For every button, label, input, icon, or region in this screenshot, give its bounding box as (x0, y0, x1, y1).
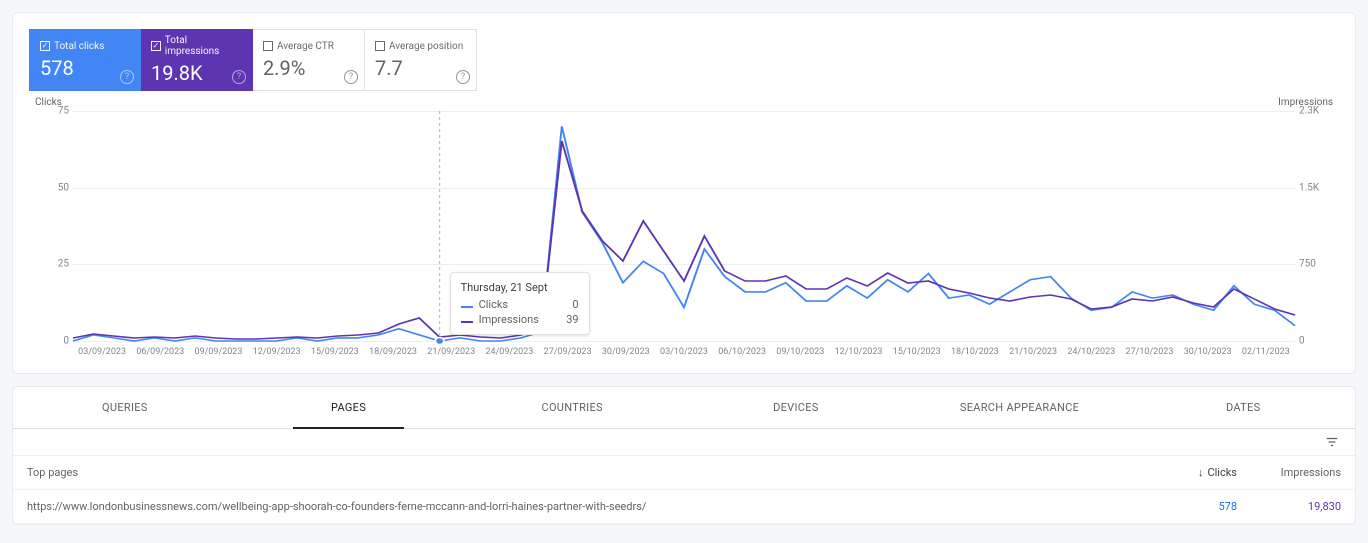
chart-tooltip: Thursday, 21 Sept Clicks 0 Impressions 3… (450, 272, 590, 335)
kpi-average-ctr[interactable]: Average CTR 2.9% ? (253, 29, 365, 91)
tab-queries[interactable]: QUERIES (13, 387, 237, 428)
tab-countries[interactable]: COUNTRIES (460, 387, 684, 428)
tooltip-clicks-label: Clicks (479, 298, 509, 311)
kpi-value: 19.8K (151, 61, 242, 85)
cell-page: https://www.londonbusinessnews.com/wellb… (27, 500, 1153, 513)
kpi-total-impressions[interactable]: Total impressions 19.8K ? (141, 29, 253, 91)
kpi-label: Average position (389, 41, 463, 52)
chart-area: Clicks Impressions Thursday, 21 Sept Cli… (13, 91, 1355, 373)
kpi-average-position[interactable]: Average position 7.7 ? (365, 29, 477, 91)
kpi-value: 7.7 (375, 56, 466, 80)
kpi-total-clicks[interactable]: Total clicks 578 ? (29, 29, 141, 91)
help-icon[interactable]: ? (232, 70, 246, 84)
chart-plot[interactable]: Thursday, 21 Sept Clicks 0 Impressions 3… (73, 111, 1295, 341)
filters-row (13, 429, 1355, 456)
sort-desc-icon: ↓ (1198, 466, 1204, 479)
checkbox-icon (40, 41, 50, 51)
checkbox-icon (151, 41, 161, 51)
table-body: https://www.londonbusinessnews.com/wellb… (13, 490, 1355, 524)
x-axis: 03/09/202306/09/202309/09/202312/09/2023… (73, 347, 1295, 357)
kpi-label: Average CTR (277, 41, 334, 52)
col-header-clicks[interactable]: ↓ Clicks (1167, 466, 1237, 479)
kpi-label: Total impressions (165, 35, 242, 57)
kpi-row: Total clicks 578 ? Total impressions 19.… (13, 13, 1355, 91)
tab-devices[interactable]: DEVICES (684, 387, 908, 428)
cell-impressions: 19,830 (1251, 500, 1341, 513)
kpi-label: Total clicks (54, 41, 104, 52)
tooltip-clicks-value: 0 (572, 298, 578, 311)
col-header-impressions[interactable]: Impressions (1251, 466, 1341, 479)
breakdown-panel: QUERIES PAGES COUNTRIES DEVICES SEARCH A… (12, 386, 1356, 525)
help-icon[interactable]: ? (456, 70, 470, 84)
checkbox-icon (263, 41, 273, 51)
help-icon[interactable]: ? (344, 70, 358, 84)
tab-pages[interactable]: PAGES (237, 387, 461, 428)
cell-clicks: 578 (1167, 500, 1237, 513)
tooltip-impr-label: Impressions (479, 313, 539, 326)
tooltip-swatch-clicks (461, 306, 473, 308)
tooltip-impr-value: 39 (566, 313, 578, 326)
kpi-value: 578 (40, 56, 130, 80)
chart-svg (73, 111, 1295, 341)
tooltip-date: Thursday, 21 Sept (461, 281, 579, 294)
tab-appearance[interactable]: SEARCH APPEARANCE (908, 387, 1132, 428)
performance-panel: Total clicks 578 ? Total impressions 19.… (12, 12, 1356, 374)
filter-icon[interactable] (1323, 435, 1341, 449)
table-row[interactable]: https://www.londonbusinessnews.com/wellb… (13, 490, 1355, 524)
col-header-clicks-label: Clicks (1207, 466, 1237, 479)
tabs: QUERIES PAGES COUNTRIES DEVICES SEARCH A… (13, 387, 1355, 429)
help-icon[interactable]: ? (120, 70, 134, 84)
kpi-value: 2.9% (263, 56, 354, 80)
table-header: Top pages ↓ Clicks Impressions (13, 456, 1355, 490)
checkbox-icon (375, 41, 385, 51)
tab-dates[interactable]: DATES (1131, 387, 1355, 428)
tooltip-swatch-impr (461, 321, 473, 323)
col-header-page: Top pages (27, 466, 1153, 479)
